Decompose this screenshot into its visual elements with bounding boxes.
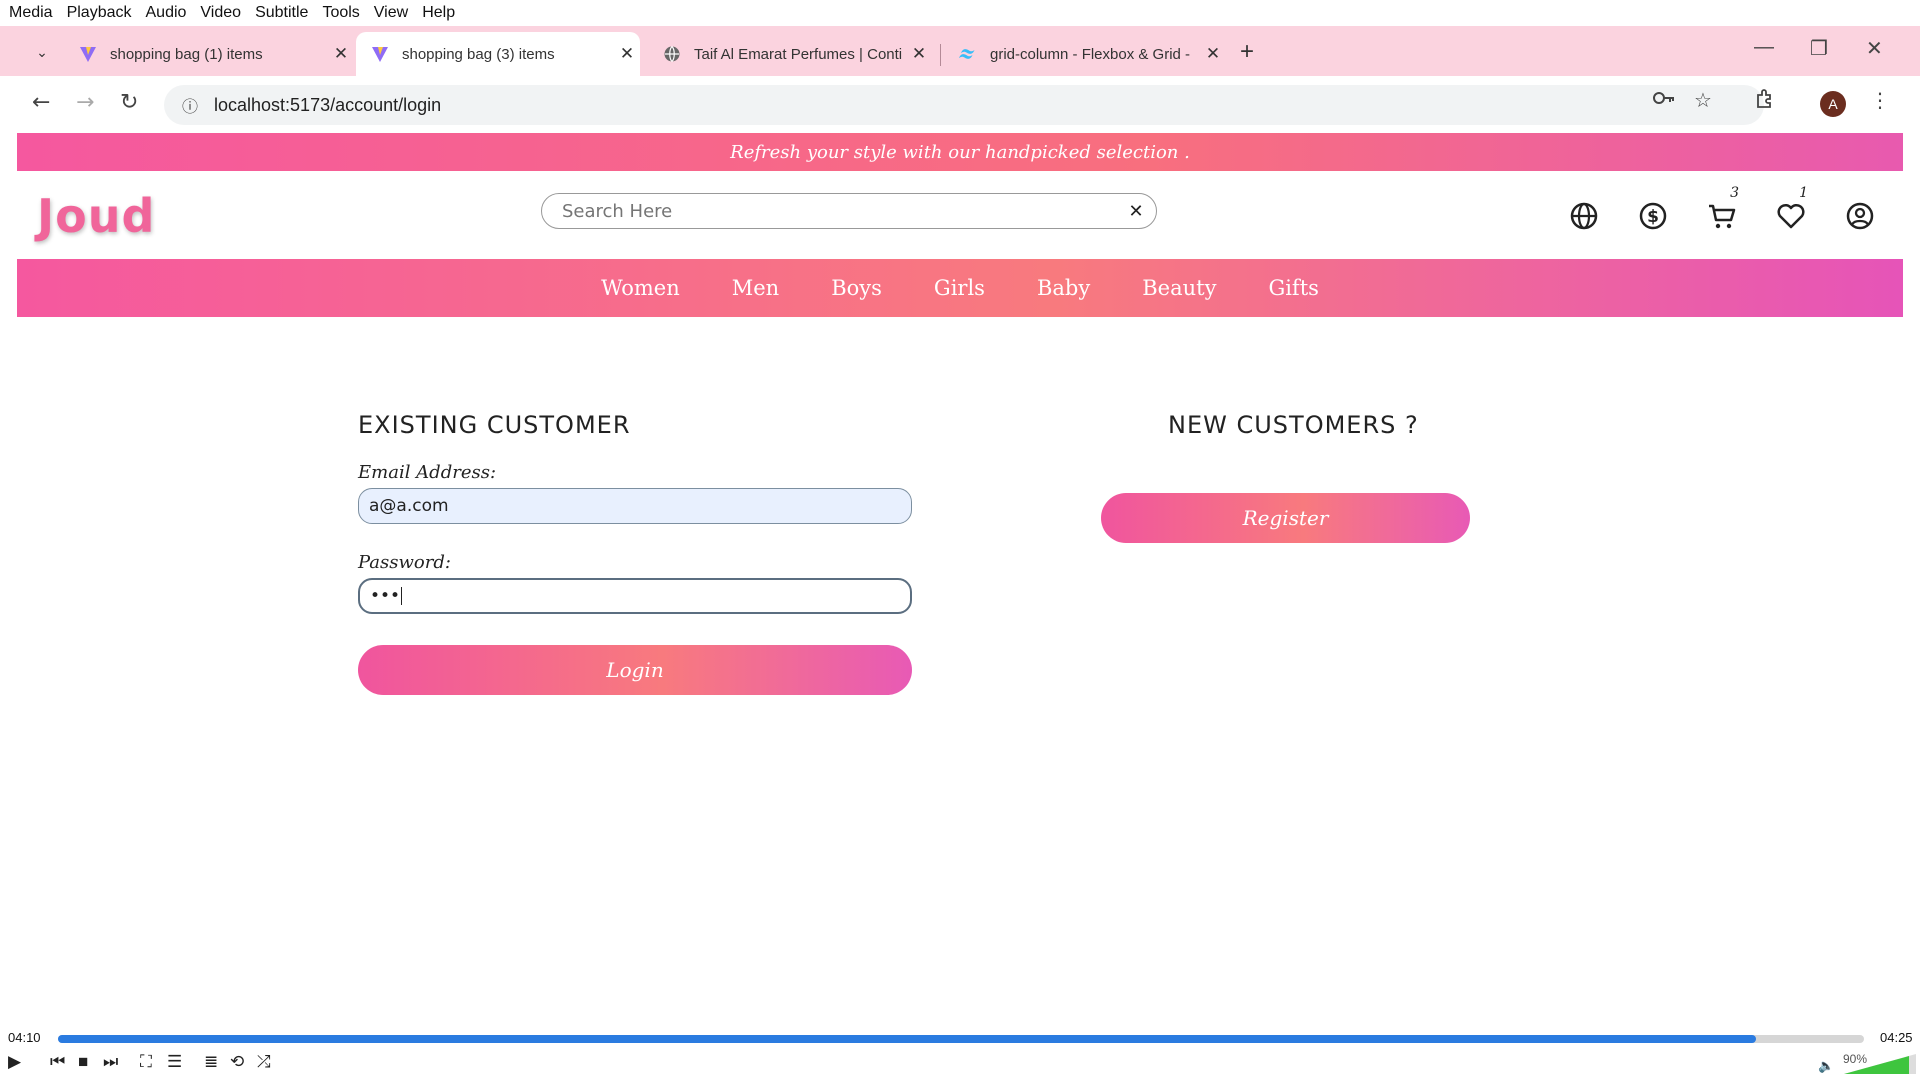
tab-title: shopping bag (1) items xyxy=(110,45,263,63)
extended-settings-icon[interactable]: ☰ xyxy=(167,1052,182,1072)
menu-playback[interactable]: Playback xyxy=(64,4,143,22)
search-bar[interactable]: ✕ xyxy=(541,193,1157,229)
vlc-controls: 04:10 04:25 ▶ ⏮ ■ ⏭ ⛶ ☰ ≣ ⟲ ⤮ 🔈 90% xyxy=(0,1028,1920,1080)
menu-audio[interactable]: Audio xyxy=(143,4,198,22)
browser-toolbar: ← → ↻ ⓘ localhost:5173/account/login ☆ A… xyxy=(0,76,1920,133)
nav-baby[interactable]: Baby xyxy=(1011,276,1116,300)
account-user-icon[interactable] xyxy=(1843,199,1877,233)
tailwind-favicon-icon xyxy=(958,44,978,64)
menu-help[interactable]: Help xyxy=(419,4,466,22)
fullscreen-icon[interactable]: ⛶ xyxy=(140,1052,152,1072)
stop-icon[interactable]: ■ xyxy=(78,1052,88,1072)
register-button[interactable]: Register xyxy=(1101,493,1470,543)
login-button[interactable]: Login xyxy=(358,645,912,695)
svg-text:$: $ xyxy=(1647,207,1659,227)
vite-favicon-icon xyxy=(370,44,390,64)
previous-icon[interactable]: ⏮ xyxy=(50,1052,65,1072)
currency-dollar-icon[interactable]: $ xyxy=(1636,199,1670,233)
loop-icon[interactable]: ⟲ xyxy=(230,1052,244,1072)
tab-title: Taif Al Emarat Perfumes | Conti xyxy=(694,45,903,63)
elapsed-time: 04:10 xyxy=(8,1030,41,1045)
globe-language-icon[interactable] xyxy=(1567,199,1601,233)
nav-men[interactable]: Men xyxy=(706,276,805,300)
new-tab-plus-icon[interactable]: + xyxy=(1240,38,1254,66)
seek-progress xyxy=(58,1035,1756,1043)
tab-search-chevron-icon[interactable]: ⌄ xyxy=(28,38,56,66)
wishlist-count-badge: 1 xyxy=(1799,185,1808,201)
tab-shopping-bag-1[interactable]: shopping bag (1) items ✕ xyxy=(64,32,354,76)
browser-menu-icon[interactable]: ⋮ xyxy=(1870,88,1890,112)
browser-window: ⌄ shopping bag (1) items ✕ shopping bag … xyxy=(0,26,1920,1028)
menu-video[interactable]: Video xyxy=(197,4,252,22)
web-page: Refresh your style with our handpicked s… xyxy=(17,133,1903,1028)
tab-taif-perfumes[interactable]: Taif Al Emarat Perfumes | Conti ✕ xyxy=(648,32,932,76)
shuffle-icon[interactable]: ⤮ xyxy=(257,1052,271,1072)
cart-icon[interactable]: 3 xyxy=(1705,185,1739,233)
text-cursor xyxy=(401,587,403,605)
wishlist-heart-icon[interactable]: 1 xyxy=(1774,185,1808,233)
password-key-icon[interactable] xyxy=(1652,88,1676,113)
close-tab-icon[interactable]: ✕ xyxy=(614,44,640,64)
next-icon[interactable]: ⏭ xyxy=(103,1052,118,1072)
nav-beauty[interactable]: Beauty xyxy=(1116,276,1242,300)
menu-view[interactable]: View xyxy=(371,4,419,22)
playlist-icon[interactable]: ≣ xyxy=(204,1052,218,1072)
existing-customer-title: EXISTING CUSTOMER xyxy=(358,411,631,439)
clear-search-icon[interactable]: ✕ xyxy=(1116,201,1156,222)
reload-icon[interactable]: ↻ xyxy=(120,90,138,115)
cart-count-badge: 3 xyxy=(1730,185,1739,201)
password-label: Password: xyxy=(358,552,451,573)
new-customers-title: NEW CUSTOMERS ? xyxy=(1168,411,1419,439)
total-time: 04:25 xyxy=(1880,1030,1913,1045)
tab-title: shopping bag (3) items xyxy=(402,45,555,63)
volume-percent: 90% xyxy=(1843,1052,1868,1066)
back-arrow-icon[interactable]: ← xyxy=(32,90,50,115)
nav-women[interactable]: Women xyxy=(575,276,706,300)
bookmark-star-icon[interactable]: ☆ xyxy=(1694,88,1712,112)
extensions-icon[interactable] xyxy=(1754,88,1776,115)
login-section: EXISTING CUSTOMER Email Address: a@a.com… xyxy=(17,317,1903,1028)
site-logo[interactable]: Joud xyxy=(37,189,155,243)
search-input[interactable] xyxy=(562,200,1116,222)
menu-tools[interactable]: Tools xyxy=(319,4,370,22)
vite-favicon-icon xyxy=(78,44,98,64)
play-icon[interactable]: ▶ xyxy=(8,1052,21,1072)
site-info-icon[interactable]: ⓘ xyxy=(170,93,210,117)
close-window-icon[interactable]: ✕ xyxy=(1866,36,1883,61)
tab-separator xyxy=(940,44,941,66)
tab-grid-column[interactable]: grid-column - Flexbox & Grid - ✕ xyxy=(944,32,1226,76)
site-header: Joud ✕ $ 3 1 xyxy=(17,171,1903,259)
close-tab-icon[interactable]: ✕ xyxy=(1200,44,1226,64)
menu-media[interactable]: Media xyxy=(6,4,64,22)
password-field[interactable]: ••• xyxy=(358,578,912,614)
seek-bar[interactable] xyxy=(58,1035,1864,1043)
email-label: Email Address: xyxy=(358,462,497,483)
nav-girls[interactable]: Girls xyxy=(908,276,1011,300)
tab-shopping-bag-3[interactable]: shopping bag (3) items ✕ xyxy=(356,32,640,76)
tab-title: grid-column - Flexbox & Grid - xyxy=(990,45,1191,63)
category-nav: Women Men Boys Girls Baby Beauty Gifts xyxy=(17,259,1903,317)
promo-banner: Refresh your style with our handpicked s… xyxy=(17,133,1903,171)
minimize-icon[interactable]: — xyxy=(1754,36,1774,59)
profile-avatar[interactable]: A xyxy=(1820,91,1846,117)
nav-gifts[interactable]: Gifts xyxy=(1242,276,1344,300)
vlc-menu-bar: Media Playback Audio Video Subtitle Tool… xyxy=(0,0,1920,26)
close-tab-icon[interactable]: ✕ xyxy=(328,44,354,64)
speaker-icon[interactable]: 🔈 xyxy=(1818,1058,1834,1074)
restore-icon[interactable]: ❐ xyxy=(1810,36,1828,61)
password-dots: ••• xyxy=(370,586,401,606)
globe-favicon-icon xyxy=(662,44,682,64)
forward-arrow-icon[interactable]: → xyxy=(76,90,94,115)
tab-strip: ⌄ shopping bag (1) items ✕ shopping bag … xyxy=(0,26,1920,76)
menu-subtitle[interactable]: Subtitle xyxy=(252,4,319,22)
close-tab-icon[interactable]: ✕ xyxy=(906,44,932,64)
address-bar[interactable]: ⓘ localhost:5173/account/login xyxy=(164,85,1764,125)
email-field[interactable]: a@a.com xyxy=(358,488,912,524)
url-text[interactable]: localhost:5173/account/login xyxy=(214,95,441,116)
nav-boys[interactable]: Boys xyxy=(805,276,908,300)
